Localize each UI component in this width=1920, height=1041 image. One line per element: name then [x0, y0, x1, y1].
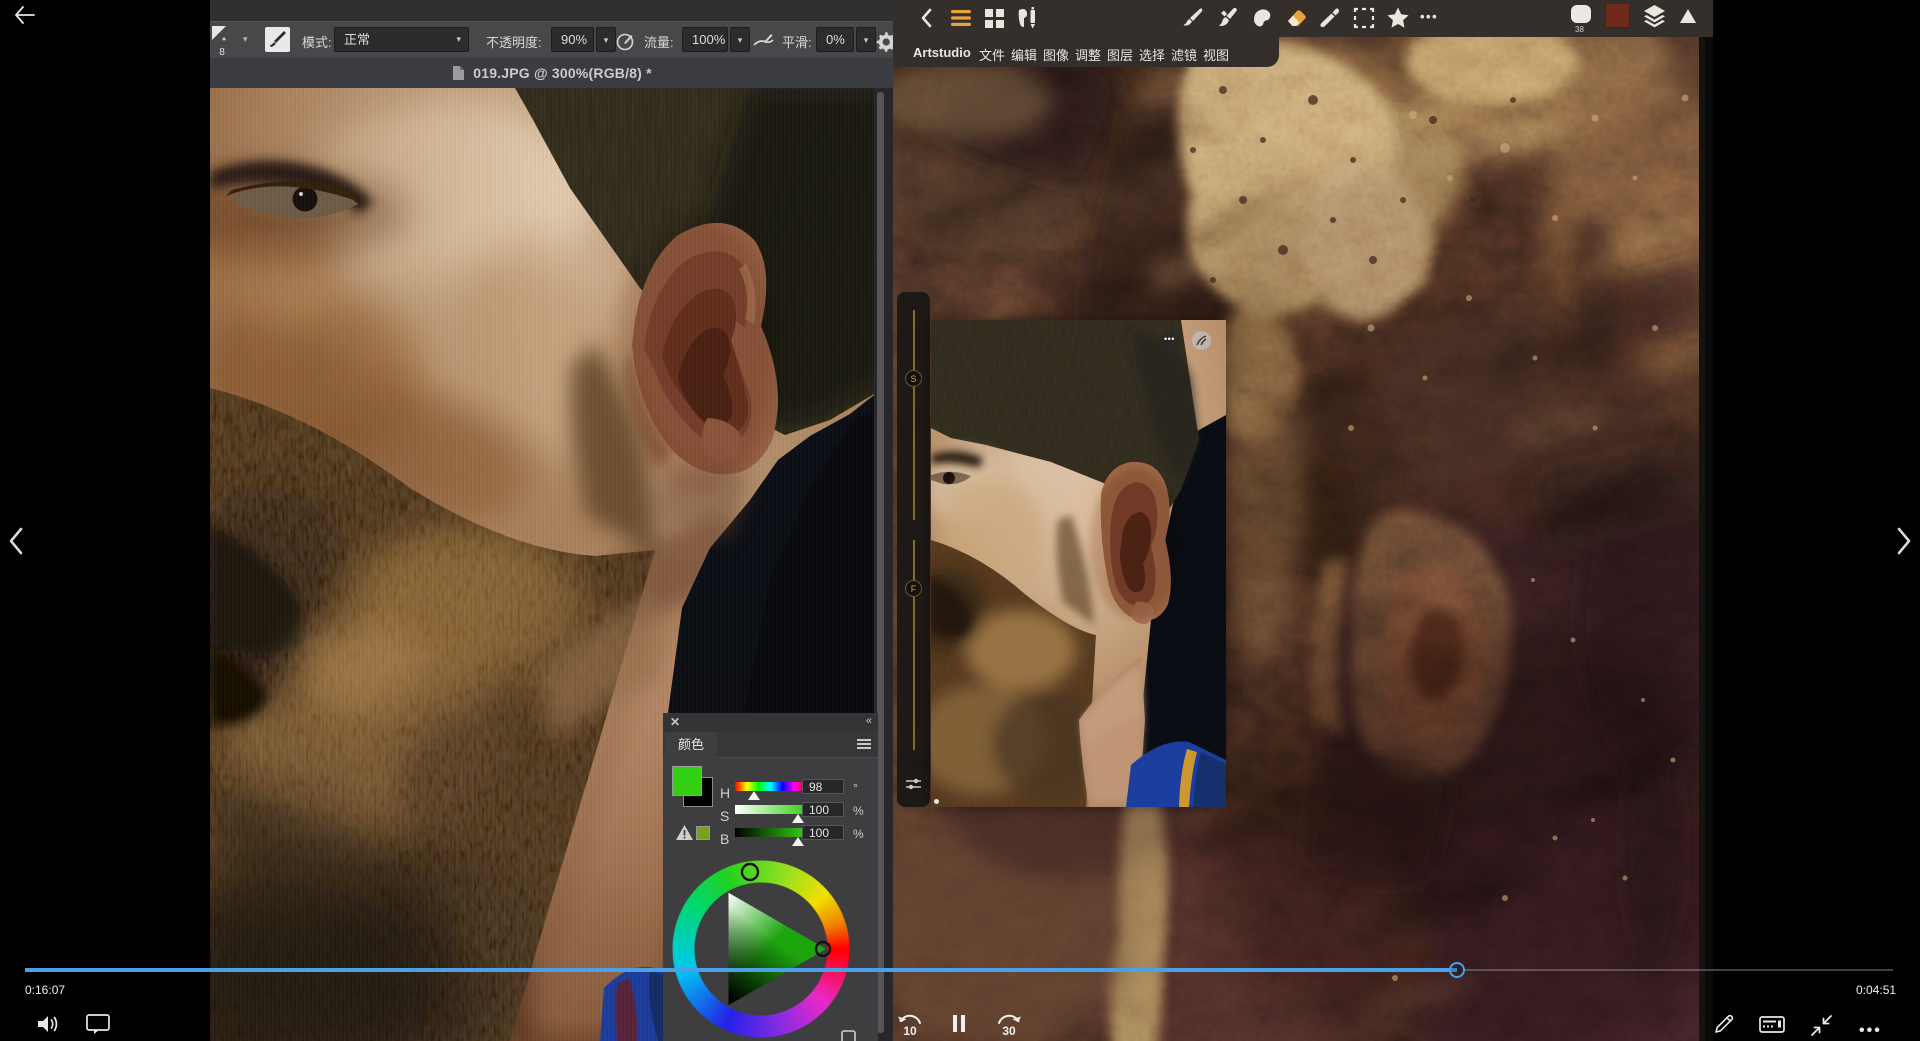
svg-text:8: 8: [219, 47, 225, 58]
svg-text:10: 10: [903, 1024, 917, 1038]
svg-text:30: 30: [1002, 1024, 1016, 1038]
